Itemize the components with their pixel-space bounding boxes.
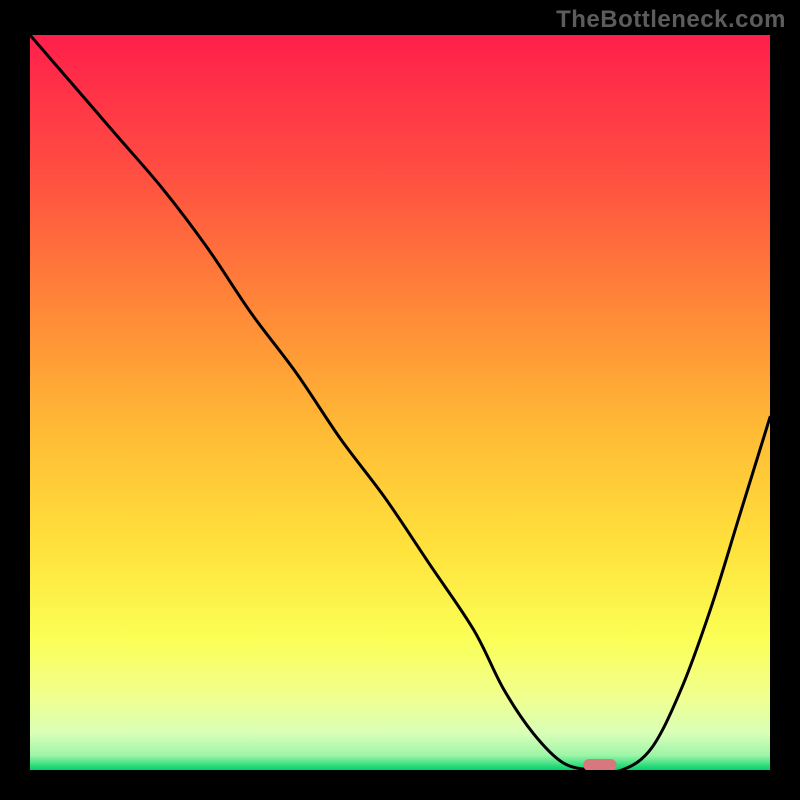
plot-area — [30, 35, 770, 770]
optimum-marker — [583, 759, 616, 770]
gradient-background — [30, 35, 770, 770]
chart-frame: TheBottleneck.com — [0, 0, 800, 800]
watermark-text: TheBottleneck.com — [556, 6, 786, 34]
chart-svg — [30, 35, 770, 770]
